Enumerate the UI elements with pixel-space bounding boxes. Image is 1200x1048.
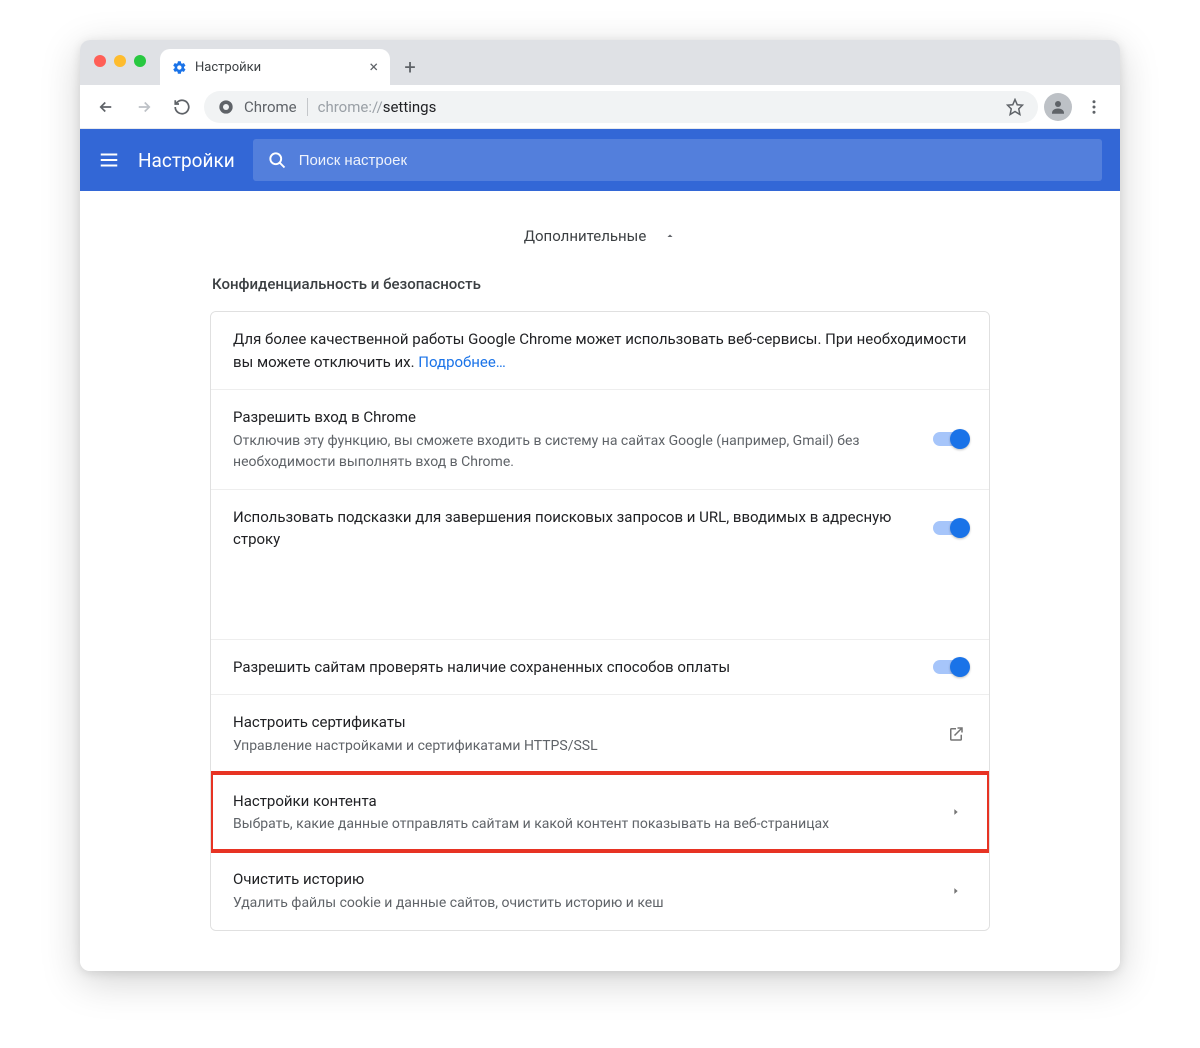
- omnibox-product-label: Chrome: [244, 98, 308, 116]
- row-certificates[interactable]: Настроить сертификаты Управление настрой…: [211, 694, 989, 773]
- search-input[interactable]: [299, 152, 1088, 169]
- row-content-settings[interactable]: Настройки контента Выбрать, какие данные…: [211, 773, 989, 852]
- reload-button[interactable]: [166, 91, 198, 123]
- new-tab-button[interactable]: +: [396, 53, 424, 81]
- close-window-button[interactable]: [94, 55, 106, 67]
- toggle-allow-signin[interactable]: [933, 432, 967, 446]
- intro-text: Для более качественной работы Google Chr…: [233, 328, 967, 373]
- row-clear-history[interactable]: Очистить историю Удалить файлы cookie и …: [211, 851, 989, 930]
- maximize-window-button[interactable]: [134, 55, 146, 67]
- settings-content: Дополнительные Конфиденциальность и безо…: [80, 191, 1120, 971]
- gear-icon: [172, 60, 187, 75]
- settings-card: Для более качественной работы Google Chr…: [210, 311, 990, 931]
- tab-title: Настройки: [195, 60, 261, 75]
- search-icon: [267, 150, 287, 170]
- close-tab-button[interactable]: ×: [369, 59, 378, 75]
- menu-icon[interactable]: [98, 149, 120, 171]
- settings-header: Настройки: [80, 129, 1120, 191]
- minimize-window-button[interactable]: [114, 55, 126, 67]
- browser-toolbar: Chrome chrome://settings: [80, 85, 1120, 129]
- intro-row: Для более качественной работы Google Chr…: [211, 312, 989, 389]
- advanced-label: Дополнительные: [524, 227, 647, 245]
- chrome-badge-icon: [218, 99, 234, 115]
- back-button[interactable]: [90, 91, 122, 123]
- scroll-gap: [210, 573, 990, 639]
- window-controls: [94, 55, 146, 67]
- row-subtitle: Выбрать, какие данные отправлять сайтам …: [233, 814, 929, 835]
- advanced-toggle[interactable]: Дополнительные: [80, 221, 1120, 275]
- toggle-payment-check[interactable]: [933, 660, 967, 674]
- row-payment-check: Разрешить сайтам проверять наличие сохра…: [211, 639, 989, 695]
- section-title: Конфиденциальность и безопасность: [210, 275, 990, 293]
- bookmark-star-icon[interactable]: [1006, 98, 1024, 116]
- row-subtitle: Удалить файлы cookie и данные сайтов, оч…: [233, 893, 929, 914]
- row-title: Очистить историю: [233, 868, 929, 891]
- chevron-right-icon: [945, 807, 967, 817]
- browser-window: Настройки × + Chrome chrome://settings: [80, 40, 1120, 971]
- browser-menu-button[interactable]: [1078, 91, 1110, 123]
- caret-up-icon: [664, 230, 676, 242]
- address-bar[interactable]: Chrome chrome://settings: [204, 91, 1038, 123]
- settings-search[interactable]: [253, 139, 1102, 181]
- row-autocomplete: Использовать подсказки для завершения по…: [211, 489, 989, 573]
- row-title: Настройки контента: [233, 790, 929, 813]
- row-title: Разрешить сайтам проверять наличие сохра…: [233, 656, 917, 679]
- toggle-autocomplete[interactable]: [933, 521, 967, 535]
- omnibox-url: chrome://settings: [318, 98, 437, 116]
- learn-more-link[interactable]: Подробнее…: [418, 353, 506, 371]
- privacy-section: Конфиденциальность и безопасность Для бо…: [210, 275, 990, 931]
- row-allow-signin: Разрешить вход в Chrome Отключив эту фун…: [211, 389, 989, 489]
- row-subtitle: Управление настройками и сертификатами H…: [233, 736, 929, 757]
- row-subtitle: Отключив эту функцию, вы сможете входить…: [233, 431, 917, 473]
- row-title: Использовать подсказки для завершения по…: [233, 506, 917, 551]
- page-title: Настройки: [138, 149, 235, 172]
- forward-button[interactable]: [128, 91, 160, 123]
- tab-strip: Настройки × +: [80, 40, 1120, 85]
- chevron-right-icon: [945, 886, 967, 896]
- row-title: Разрешить вход в Chrome: [233, 406, 917, 429]
- profile-avatar[interactable]: [1044, 93, 1072, 121]
- browser-tab[interactable]: Настройки ×: [160, 49, 390, 85]
- row-title: Настроить сертификаты: [233, 711, 929, 734]
- external-link-icon: [945, 725, 967, 743]
